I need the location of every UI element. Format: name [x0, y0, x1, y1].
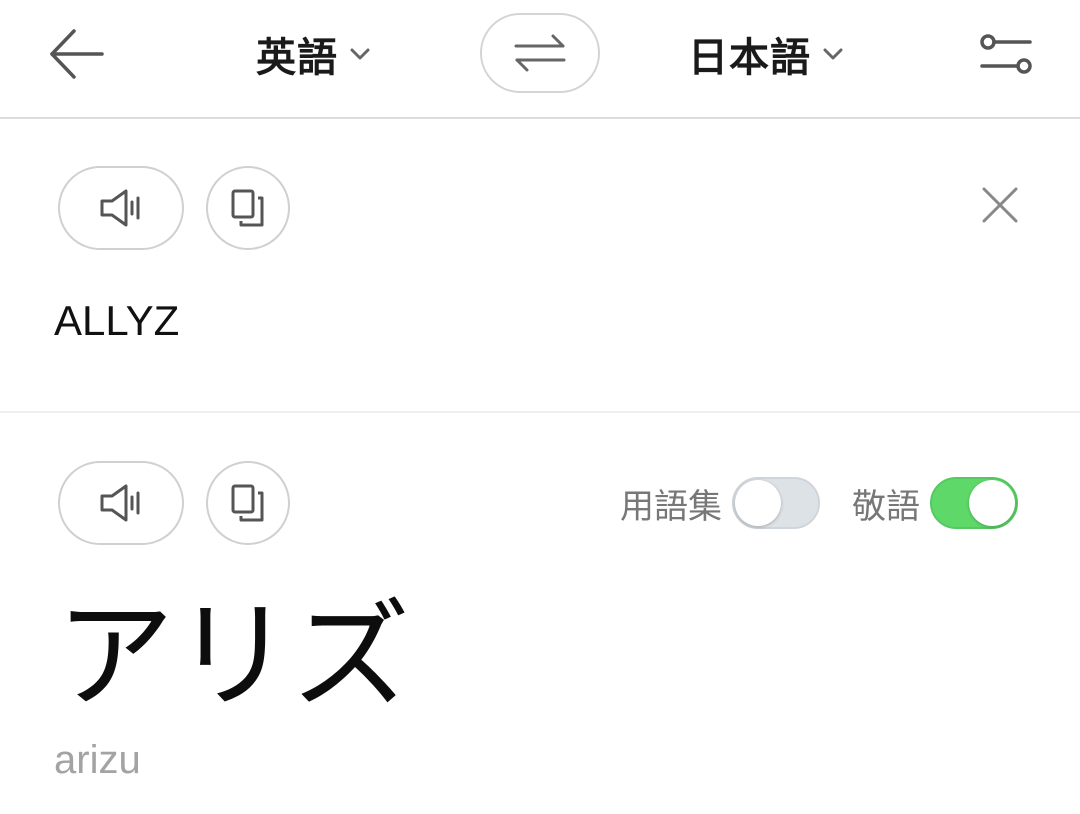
romanization-text: arizu [54, 738, 141, 782]
speaker-icon [100, 484, 140, 522]
swap-languages-button[interactable] [480, 13, 600, 93]
glossary-toggle-group: 用語集 [620, 473, 820, 533]
settings-button[interactable] [978, 30, 1034, 78]
copy-icon [231, 189, 264, 227]
source-speak-button[interactable] [58, 166, 184, 250]
glossary-label: 用語集 [620, 486, 722, 527]
source-copy-button[interactable] [206, 166, 290, 250]
close-icon [982, 187, 1018, 223]
translator-app: 英語 日本語 ALLYZ 用語集 敬語 アリズ arizu [0, 0, 1080, 814]
target-language-select[interactable]: 日本語 [688, 24, 843, 84]
top-bar: 英語 日本語 [0, 0, 1080, 119]
toggle-knob [969, 480, 1015, 526]
chevron-down-icon [823, 48, 843, 60]
chevron-down-icon [350, 48, 370, 60]
glossary-toggle[interactable] [732, 477, 820, 529]
translation-copy-button[interactable] [206, 461, 290, 545]
toggle-knob [735, 480, 781, 526]
source-text[interactable]: ALLYZ [54, 297, 179, 345]
source-panel: ALLYZ [0, 119, 1080, 413]
swap-arrows-icon [514, 34, 566, 72]
target-language-label: 日本語 [688, 35, 811, 81]
honorific-label: 敬語 [852, 486, 920, 527]
translated-text: アリズ [56, 587, 411, 725]
translation-panel: 用語集 敬語 アリズ arizu [0, 413, 1080, 814]
honorific-toggle-group: 敬語 [852, 473, 1018, 533]
back-arrow-icon [50, 29, 104, 79]
back-button[interactable] [46, 26, 106, 82]
translation-speak-button[interactable] [58, 461, 184, 545]
sliders-icon [980, 34, 1032, 74]
source-language-label: 英語 [256, 35, 338, 81]
speaker-icon [100, 189, 140, 227]
source-language-select[interactable]: 英語 [256, 24, 370, 84]
clear-text-button[interactable] [976, 181, 1024, 229]
honorific-toggle[interactable] [930, 477, 1018, 529]
copy-icon [231, 484, 264, 522]
